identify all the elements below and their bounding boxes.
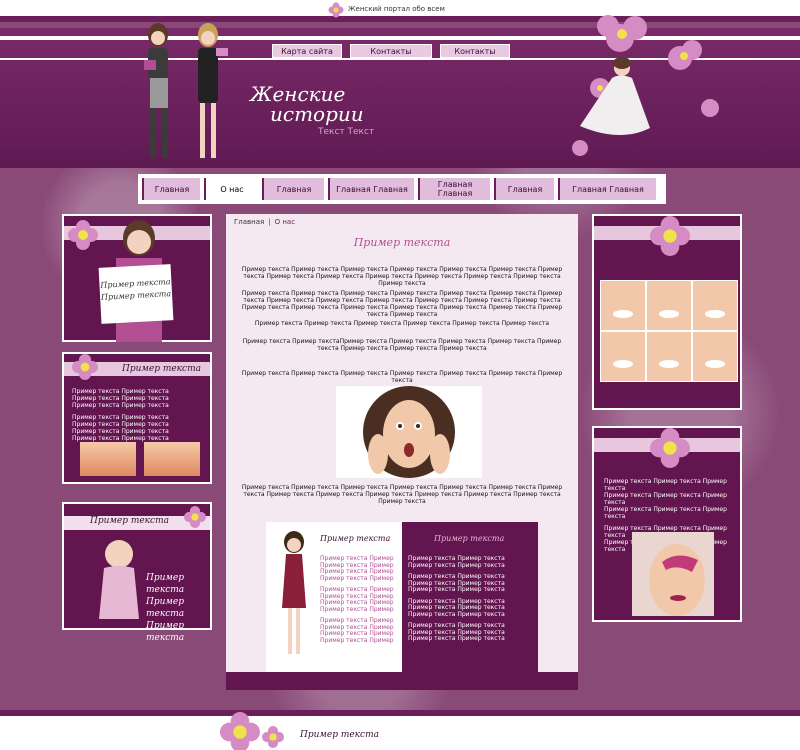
nav-item-home[interactable]: Главная (142, 178, 200, 200)
content-title: Пример текста (353, 236, 451, 249)
sign-card: Пример текста Пример текста (98, 264, 174, 324)
text-line: Пример текста Пример текста (408, 586, 505, 593)
site-tagline: Женский портал обо всем (348, 5, 445, 13)
footer: Пример текста (0, 710, 800, 750)
nav-item-about[interactable]: О нас (204, 178, 258, 200)
text-line: Пример текста Пример текста (408, 635, 505, 642)
text-line: Пример текста Пример текста (72, 395, 169, 402)
text-line: Пример текста Пример текста (72, 388, 169, 395)
makeup-face-photo (632, 532, 714, 616)
nav-item-home-6[interactable]: Главная Главная (558, 178, 656, 200)
flower-icon (68, 220, 98, 250)
sub-box-left-title: Пример текста (320, 534, 391, 543)
content-paragraph: Пример текста Пример текста Пример текст… (241, 484, 563, 505)
text-line: Пример текста Пример текста (408, 561, 505, 569)
women-illustration (144, 23, 228, 158)
content-paragraph: Пример текста Пример текста Пример текст… (241, 290, 563, 318)
text-line: Пример текста (146, 573, 185, 595)
dancer-with-flowers-illustration (572, 15, 719, 156)
left-text-box: Пример текста Пример текста Пример текст… (62, 352, 212, 484)
top-nav: Карта сайта Контакты Контакты (272, 44, 510, 58)
surprised-woman-photo (336, 386, 482, 478)
sitemap-link[interactable]: Карта сайта (272, 44, 342, 58)
logo-subtitle: Текст Текст (318, 127, 375, 137)
content-paragraph: Пример текста Пример текстаПример текста… (242, 338, 562, 352)
woman-in-dress-illustration (282, 531, 306, 654)
text-line: Пример текста Пример текста Пример текст… (604, 478, 727, 492)
nav-item-home-3[interactable]: Главная Главная (328, 178, 414, 200)
content-paragraph: Пример текста Пример текста Пример текст… (241, 370, 563, 384)
logo-line-2: истории (270, 102, 364, 126)
nav-item-home-4[interactable]: Главная Главная (418, 178, 490, 200)
breadcrumb-current: О нас (274, 218, 296, 226)
text-line: Пример текста Пример текста (72, 421, 169, 428)
text-line: Пример текста (146, 597, 185, 619)
main-nav: Главная О нас Главная Главная Главная Гл… (138, 174, 666, 204)
left-illustration-box: Пример текста Пример текста Пример текст… (62, 502, 212, 643)
text-line: Пример текста (146, 621, 185, 643)
flower-logo-icon (328, 2, 344, 18)
breadcrumb: Главная | О нас (234, 218, 296, 226)
text-line: Пример текста Пример (320, 574, 394, 582)
sub-box-right: Пример текста Пример текста Пример текст… (402, 522, 538, 672)
content-bottom-band (226, 672, 578, 690)
right-photo-box (592, 214, 742, 410)
breadcrumb-home-link[interactable]: Главная (234, 218, 264, 226)
nav-item-home-5[interactable]: Главная (494, 178, 554, 200)
sub-box-left-text: Пример текста Пример Пример текста Приме… (320, 555, 400, 644)
content-area: Главная | О нас Пример текста Пример текст… (226, 214, 578, 690)
site-logo-title: Женские истории (250, 84, 364, 124)
sub-box-right-text: Пример текста Пример текста Пример текст… (408, 555, 536, 643)
photo-thumbnail[interactable] (144, 442, 200, 476)
flower-icon (262, 726, 284, 748)
left-profile-box: Пример текста Пример текста (62, 214, 212, 342)
nav-item-home-2[interactable]: Главная (262, 178, 324, 200)
text-line: Пример текста Пример текста (72, 402, 169, 409)
text-line: Пример текста Пример текста (72, 428, 169, 435)
text-line: Пример текста Пример текста (72, 435, 169, 442)
contacts-link-2[interactable]: Контакты (440, 44, 510, 58)
flower-icon (650, 216, 690, 256)
contacts-link[interactable]: Контакты (350, 44, 432, 58)
text-line: Пример текста Пример (320, 636, 394, 644)
content-paragraph: Пример текста Пример текста Пример текст… (241, 266, 563, 287)
flower-icon (220, 712, 260, 750)
text-line: Пример текста Пример текста (408, 610, 505, 618)
content-paragraph: Пример текста Пример текста Пример текст… (254, 320, 550, 327)
flower-icon (72, 354, 98, 380)
photo-thumbnail[interactable] (80, 442, 136, 476)
text-line: Пример текста Пример текста Пример текст… (604, 506, 727, 520)
footer-text: Пример текста (300, 730, 379, 740)
sub-box-left: Пример текста Пример текста Пример Приме… (266, 522, 402, 672)
right-text-box: Пример текста Пример текста Пример текст… (592, 426, 742, 622)
text-line: Пример текста Пример текста Пример текст… (604, 492, 727, 506)
flower-icon (650, 428, 690, 468)
left-box-text: Пример текста Пример текста Пример текст… (72, 388, 208, 442)
text-line: Пример текста Пример (320, 605, 394, 613)
text-line: Пример текста Пример текста (72, 414, 169, 421)
smiling-faces-collage (600, 280, 738, 382)
girl-illustration (99, 540, 139, 619)
left-box3-text: Пример текста Пример текста Пример текст… (146, 572, 210, 644)
flower-icon (184, 506, 206, 528)
left-box-title: Пример текста (122, 364, 201, 374)
sub-box-right-title: Пример текста (434, 534, 505, 543)
left-box-title: Пример текста (90, 516, 169, 526)
